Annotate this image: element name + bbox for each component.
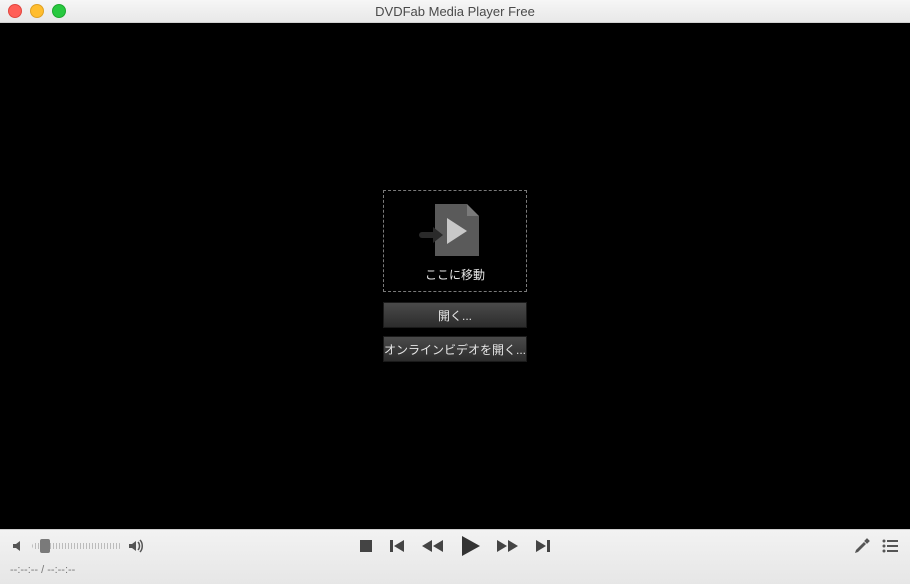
play-button[interactable] — [459, 535, 481, 557]
open-file-button[interactable]: 開く... — [383, 302, 527, 328]
drop-zone-graphic — [425, 204, 485, 260]
open-online-video-button[interactable]: オンラインビデオを開く... — [383, 336, 527, 362]
previous-button[interactable] — [389, 539, 405, 553]
stop-button[interactable] — [359, 539, 373, 553]
window-title: DVDFab Media Player Free — [0, 4, 910, 19]
fast-forward-button[interactable] — [497, 539, 519, 553]
playlist-button[interactable] — [882, 539, 898, 553]
arrow-icon — [419, 230, 443, 240]
play-icon — [447, 218, 467, 244]
time-display: --:--:-- / --:--:-- — [0, 562, 910, 578]
minimize-window-button[interactable] — [30, 4, 44, 18]
next-button[interactable] — [535, 539, 551, 553]
window-controls — [0, 4, 66, 18]
video-stage: ここに移動 開く... オンラインビデオを開く... — [0, 23, 910, 529]
zoom-window-button[interactable] — [52, 4, 66, 18]
control-bar: --:--:-- / --:--:-- — [0, 529, 910, 584]
transport-controls — [0, 530, 910, 562]
welcome-panel: ここに移動 開く... オンラインビデオを開く... — [383, 190, 527, 362]
drop-zone-label: ここに移動 — [425, 266, 485, 283]
close-window-button[interactable] — [8, 4, 22, 18]
rewind-button[interactable] — [421, 539, 443, 553]
title-bar: DVDFab Media Player Free — [0, 0, 910, 23]
settings-button[interactable] — [854, 538, 870, 554]
drop-zone[interactable]: ここに移動 — [383, 190, 527, 292]
